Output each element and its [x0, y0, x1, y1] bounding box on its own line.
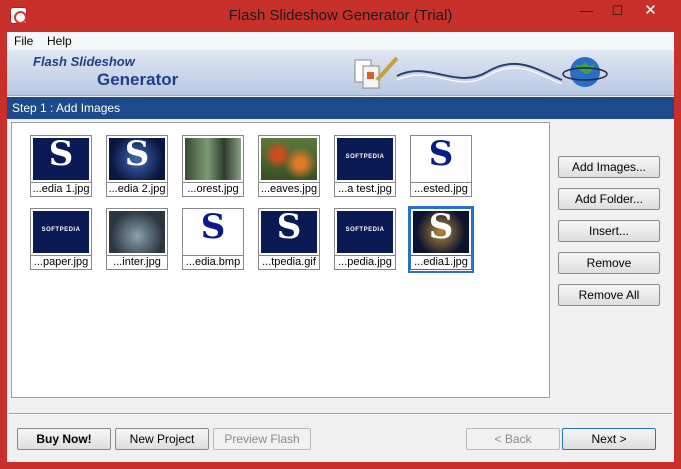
step-header: Step 1 : Add Images — [7, 97, 674, 119]
thumbnail-logo-text: SOFTPEDIA — [345, 227, 385, 233]
title-bar[interactable]: Flash Slideshow Generator (Trial) — ☐ ✕ — [0, 0, 681, 32]
softpedia-s-icon: S — [413, 138, 469, 180]
thumbnail-caption: ...edia 2.jpg — [106, 183, 168, 197]
preview-flash-button[interactable]: Preview Flash — [213, 428, 311, 450]
image-thumbnail[interactable]: S ...edia.bmp — [182, 208, 244, 271]
banner-title-line2: Generator — [97, 70, 179, 89]
app-window: Flash Slideshow Generator (Trial) — ☐ ✕ … — [0, 0, 681, 469]
menu-file[interactable]: File — [14, 34, 33, 48]
thumbnail-logo-text: SOFTPEDIA — [41, 227, 81, 233]
thumbnail-letter: S — [200, 211, 226, 247]
thumbnail-frame: S — [30, 135, 92, 183]
thumbnail-letter: S — [124, 138, 150, 174]
softpedia-logo: SOFTPEDIA — [337, 138, 393, 180]
winter-image — [109, 211, 165, 253]
thumbnail-caption: ...paper.jpg — [30, 256, 92, 270]
next-button[interactable]: Next > — [562, 428, 656, 450]
banner-graphic-icon — [354, 56, 608, 89]
minimize-icon[interactable]: — — [573, 0, 600, 21]
remove-button[interactable]: Remove — [558, 252, 660, 274]
leaves-image — [261, 138, 317, 180]
thumbnail-letter: S — [48, 138, 74, 174]
thumbnail-caption: ...edia1.jpg — [410, 256, 472, 270]
forest-image — [185, 138, 241, 180]
thumbnail-frame: S — [182, 208, 244, 256]
thumbnail-letter: S — [428, 211, 454, 247]
thumbnail-caption: ...pedia.jpg — [334, 256, 396, 270]
thumbnail-caption: ...eaves.jpg — [258, 183, 320, 197]
thumbnail-logo-text: SOFTPEDIA — [345, 154, 385, 160]
softpedia-s-icon: S — [261, 211, 317, 253]
image-thumbnail[interactable]: SOFTPEDIA ...pedia.jpg — [334, 208, 396, 271]
thumbnail-letter: S — [428, 138, 454, 174]
client-area: File Help Flash Slideshow Generator Step… — [7, 32, 674, 462]
thumbnail-frame: S — [410, 208, 472, 256]
header-banner: Flash Slideshow Generator — [7, 50, 674, 96]
image-thumbnail[interactable]: S ...edia 1.jpg — [30, 135, 92, 198]
image-thumbnail[interactable]: S ...tpedia.gif — [258, 208, 320, 271]
thumbnail-frame: S — [258, 208, 320, 256]
menu-bar: File Help — [7, 32, 674, 50]
footer-divider — [9, 413, 672, 415]
softpedia-s-icon: S — [33, 138, 89, 180]
thumbnail-caption: ...ested.jpg — [410, 183, 472, 197]
remove-all-button[interactable]: Remove All — [558, 284, 660, 306]
thumbnail-frame: S — [410, 135, 472, 183]
thumbnail-caption: ...a test.jpg — [334, 183, 396, 197]
thumbnail-frame: S — [106, 135, 168, 183]
sparkle-image: S — [413, 211, 469, 253]
thumbnail-frame: SOFTPEDIA — [334, 135, 396, 183]
image-thumbnail[interactable]: ...eaves.jpg — [258, 135, 320, 198]
menu-help[interactable]: Help — [47, 34, 72, 48]
new-project-button[interactable]: New Project — [115, 428, 209, 450]
thumbnail-frame: SOFTPEDIA — [30, 208, 92, 256]
thumbnail-caption: ...edia 1.jpg — [30, 183, 92, 197]
softpedia-logo: SOFTPEDIA — [33, 211, 89, 253]
step-label: Step 1 : Add Images — [12, 101, 121, 115]
image-thumbnail[interactable]: SOFTPEDIA ...paper.jpg — [30, 208, 92, 271]
thumbnail-frame: SOFTPEDIA — [334, 208, 396, 256]
thumbnail-caption: ...edia.bmp — [182, 256, 244, 270]
image-thumbnail[interactable]: ...inter.jpg — [106, 208, 168, 271]
image-thumbnail[interactable]: ...orest.jpg — [182, 135, 244, 198]
softpedia-s-icon: S — [185, 211, 241, 253]
banner-title-line1: Flash Slideshow — [33, 54, 135, 69]
image-thumbnail[interactable]: S ...edia 2.jpg — [106, 135, 168, 198]
thumbnail-letter: S — [276, 211, 302, 247]
image-thumbnail[interactable]: SOFTPEDIA ...a test.jpg — [334, 135, 396, 198]
buy-now-button[interactable]: Buy Now! — [17, 428, 111, 450]
image-thumbnail[interactable]: S ...edia1.jpg — [408, 206, 474, 273]
thumbnail-frame — [258, 135, 320, 183]
add-images-button[interactable]: Add Images... — [558, 156, 660, 178]
add-folder-button[interactable]: Add Folder... — [558, 188, 660, 210]
thumbnail-caption: ...inter.jpg — [106, 256, 168, 270]
image-list[interactable]: S ...edia 1.jpg S ...edia 2.jpg ...orest.jpg… — [11, 122, 550, 398]
image-thumbnail[interactable]: S ...ested.jpg — [410, 135, 472, 198]
thumbnail-caption: ...tpedia.gif — [258, 256, 320, 270]
close-icon[interactable]: ✕ — [627, 0, 674, 21]
softpedia-logo: SOFTPEDIA — [337, 211, 393, 253]
back-button[interactable]: < Back — [466, 428, 560, 450]
thumbnail-frame — [106, 208, 168, 256]
softpedia-s-icon: S — [109, 138, 165, 180]
thumbnail-frame — [182, 135, 244, 183]
insert-button[interactable]: Insert... — [558, 220, 660, 242]
thumbnail-caption: ...orest.jpg — [182, 183, 244, 197]
